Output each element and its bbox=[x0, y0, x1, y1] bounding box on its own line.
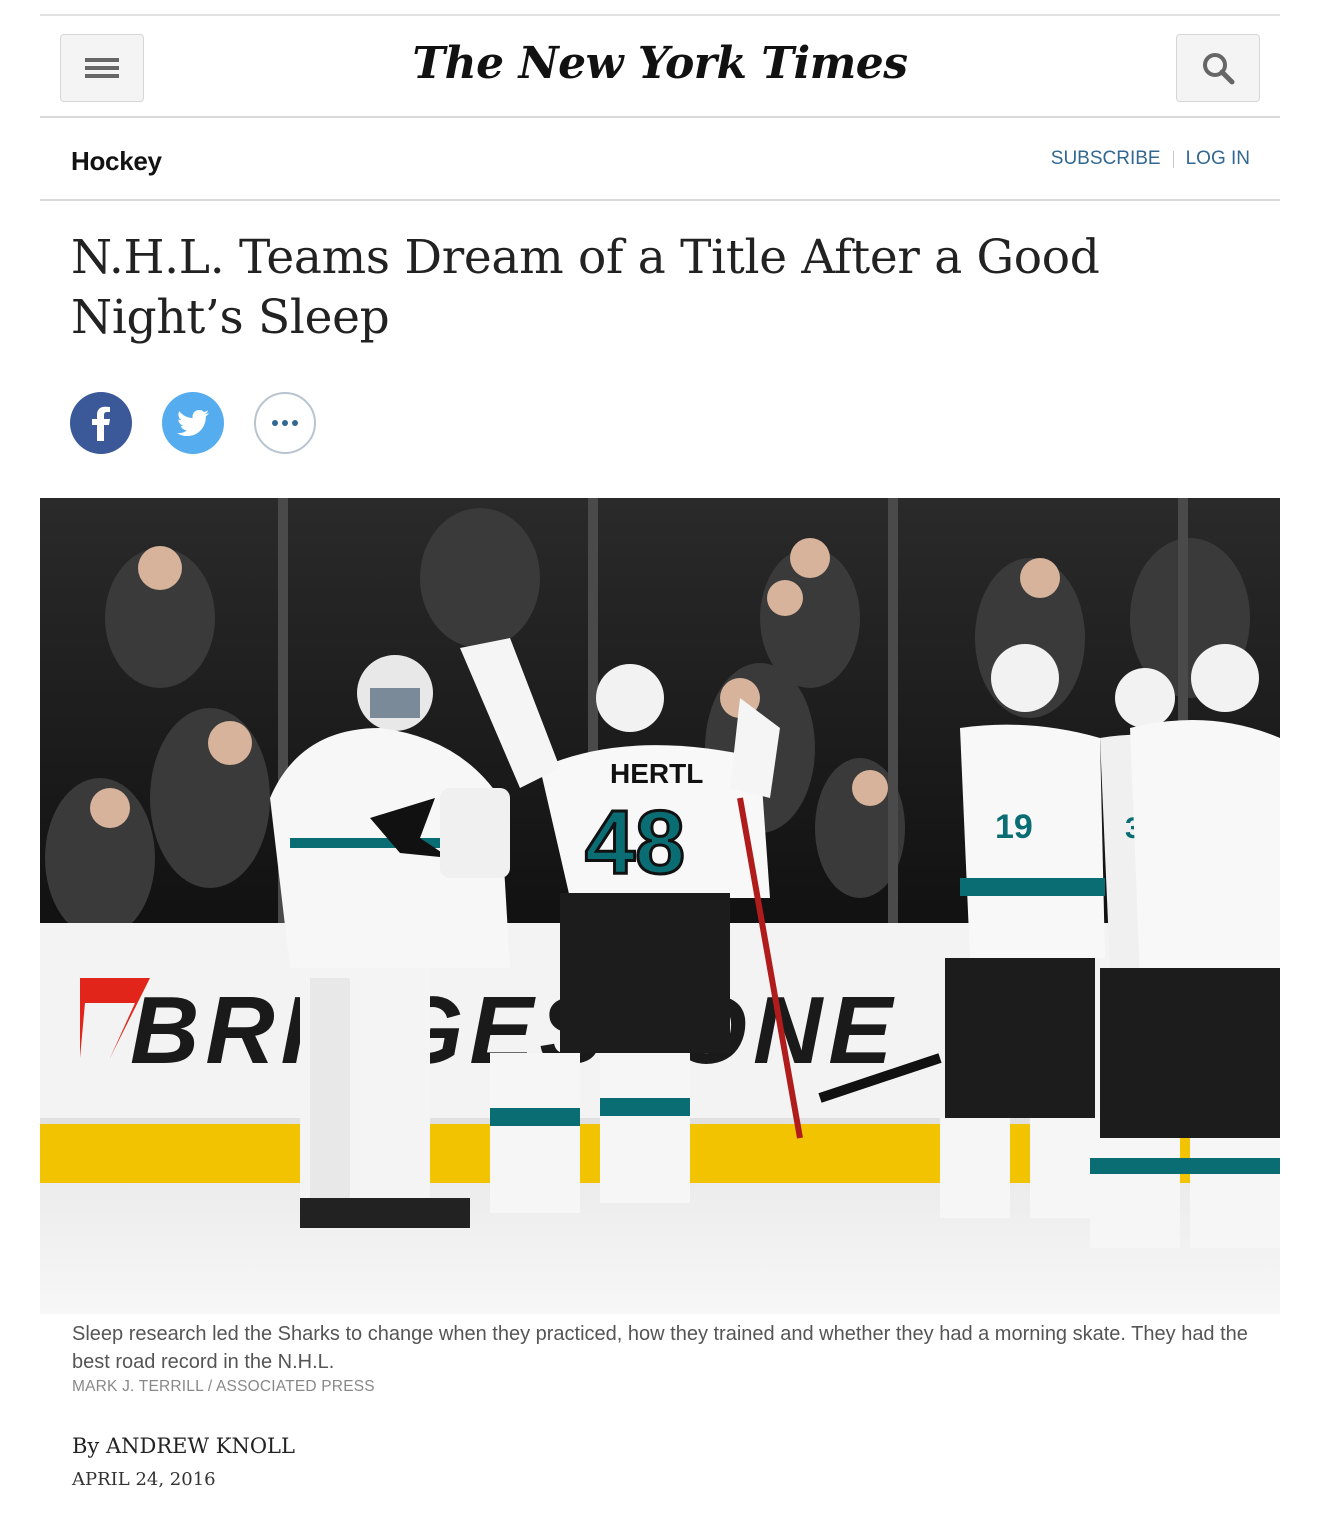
more-share-button[interactable] bbox=[254, 392, 316, 454]
masthead-divider bbox=[40, 116, 1280, 118]
svg-text:HERTL: HERTL bbox=[610, 758, 703, 789]
article-photo[interactable]: BRIDGESTONE HERTL 48 19 bbox=[40, 498, 1280, 1314]
photo-credit: MARK J. TERRILL / ASSOCIATED PRESS bbox=[72, 1378, 375, 1395]
subscribe-link[interactable]: SUBSCRIBE bbox=[1051, 148, 1161, 170]
article-date: APRIL 24, 2016 bbox=[72, 1469, 216, 1490]
nyt-logo[interactable]: The New York Times bbox=[40, 38, 1280, 89]
facebook-share-button[interactable] bbox=[70, 392, 132, 454]
section-label[interactable]: Hockey bbox=[71, 146, 162, 177]
more-options-icon bbox=[272, 420, 298, 426]
photo-caption: Sleep research led the Sharks to change … bbox=[72, 1323, 1248, 1373]
masthead: The New York Times bbox=[40, 16, 1280, 116]
article-byline: By ANDREW KNOLL bbox=[72, 1434, 295, 1458]
link-separator bbox=[1172, 150, 1174, 168]
search-button[interactable] bbox=[1176, 34, 1260, 102]
article-headline: N.H.L. Teams Dream of a Title After a Go… bbox=[71, 230, 1100, 345]
account-links: SUBSCRIBE LOG IN bbox=[1051, 148, 1250, 170]
twitter-icon bbox=[177, 410, 209, 436]
twitter-share-button[interactable] bbox=[162, 392, 224, 454]
svg-text:48: 48 bbox=[585, 793, 685, 893]
hockey-celebration-image: BRIDGESTONE HERTL 48 19 bbox=[40, 498, 1280, 1314]
svg-text:19: 19 bbox=[995, 808, 1033, 846]
facebook-icon bbox=[92, 406, 110, 441]
section-divider bbox=[40, 199, 1280, 201]
search-icon bbox=[1203, 53, 1235, 85]
login-link[interactable]: LOG IN bbox=[1186, 148, 1250, 170]
